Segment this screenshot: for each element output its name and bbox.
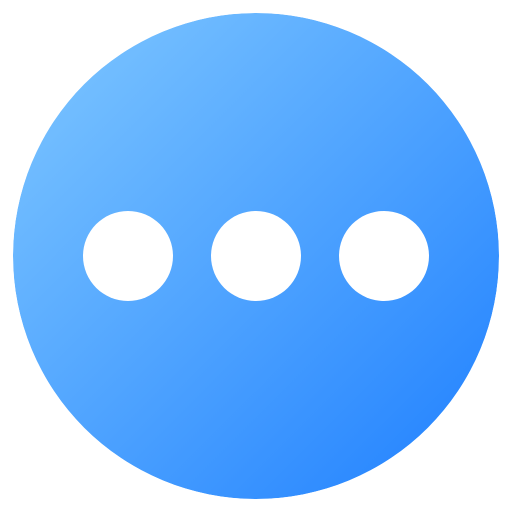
- more-options-icon: [13, 13, 499, 499]
- more-options-button[interactable]: [13, 13, 499, 499]
- ellipsis-dots: [83, 211, 429, 301]
- dot-1: [83, 211, 173, 301]
- icon-canvas: [0, 0, 512, 512]
- dot-2: [211, 211, 301, 301]
- dot-3: [339, 211, 429, 301]
